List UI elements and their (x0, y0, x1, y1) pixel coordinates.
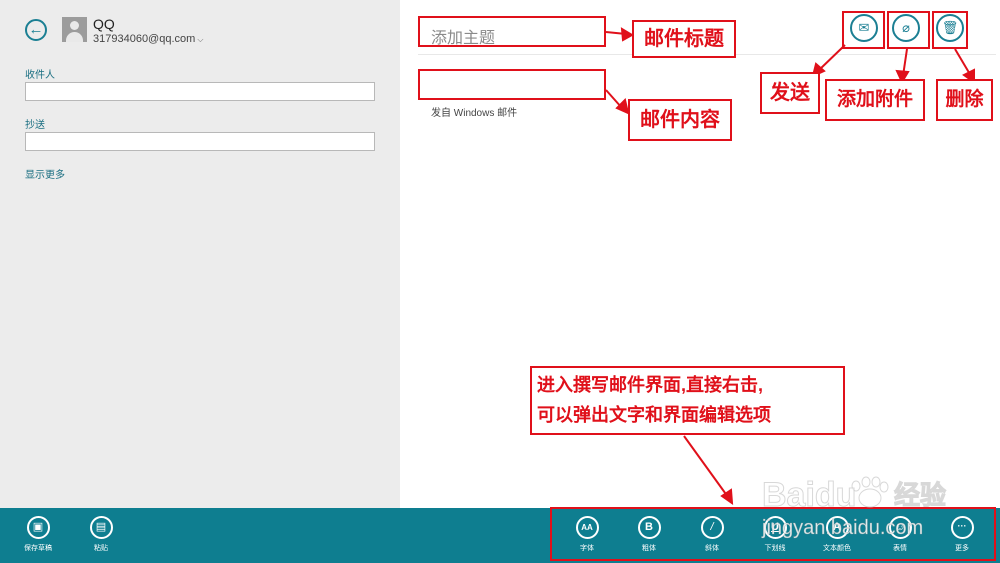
body-callout: 邮件内容 (628, 99, 732, 141)
instruction-line-1: 进入撰写邮件界面,直接右击, (537, 375, 764, 395)
watermark-cn: 经验 (894, 480, 946, 511)
delete-callout: 删除 (936, 79, 993, 121)
send-callout: 发送 (760, 72, 820, 114)
attach-callout: 添加附件 (825, 79, 925, 121)
baidu-watermark: Baidu 经验 jingyan.baidu.com (761, 476, 947, 540)
watermark-url: jingyan.baidu.com (761, 517, 923, 539)
instruction-note: 进入撰写邮件界面,直接右击, 可以弹出文字和界面编辑选项 (530, 366, 845, 435)
watermark-brand: Baidu (762, 476, 856, 514)
subject-callout: 邮件标题 (632, 20, 736, 58)
instruction-line-2: 可以弹出文字和界面编辑选项 (537, 405, 771, 425)
